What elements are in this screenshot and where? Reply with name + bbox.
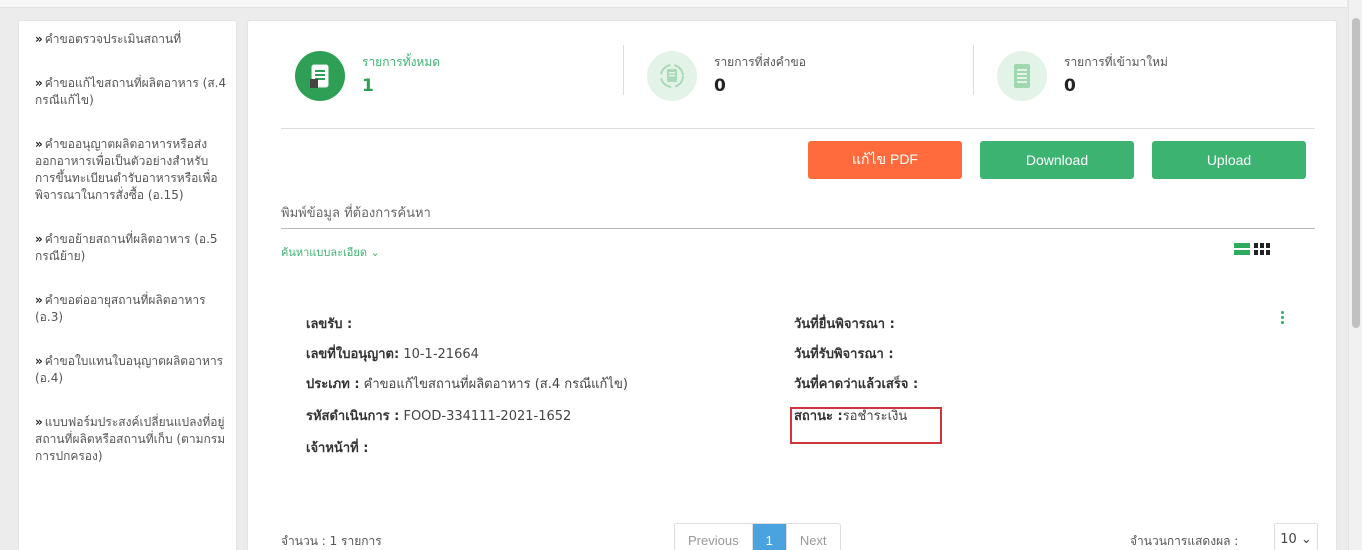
sidebar-item-label: คำขอใบแทนใบอนุญาตผลิตอาหาร (อ.4) — [35, 354, 224, 385]
list-view-icon[interactable] — [1234, 243, 1250, 255]
next-page-button[interactable]: Next — [787, 524, 840, 550]
type-label: ประเภท : — [306, 377, 360, 392]
sidebar-item-renew[interactable]: » คำขอต่ออายุสถานที่ผลิตอาหาร (อ.3) — [35, 292, 228, 326]
sidebar-item-relocate[interactable]: » คำขอย้ายสถานที่ผลิตอาหาร (อ.5 กรณีย้าย) — [35, 231, 228, 265]
top-bar — [0, 0, 1347, 8]
grid-view-icon[interactable] — [1254, 243, 1270, 255]
double-chevron-right-icon: » — [35, 76, 43, 90]
license-no-label: เลขที่ใบอนุญาต: — [306, 347, 400, 362]
divider — [973, 45, 974, 95]
sidebar: » คำขอตรวจประเมินสถานที่ » คำขอแก้ไขสถานที… — [18, 20, 237, 550]
submit-date-row: วันที่ยื่นพิจารณา : — [794, 313, 895, 334]
advanced-search-toggle[interactable]: ค้นหาแบบละเอียด ⌄ — [281, 243, 380, 261]
double-chevron-right-icon: » — [35, 354, 43, 368]
page-1-button[interactable]: 1 — [752, 524, 787, 550]
stat-submitted-count: 0 — [714, 76, 726, 96]
document-icon — [295, 51, 345, 101]
upload-button[interactable]: Upload — [1152, 141, 1306, 179]
sidebar-item-label: คำขออนุญาตผลิตอาหารหรือส่งออกอาหารเพื่อเ… — [35, 137, 218, 202]
total-count: จำนวน : 1 รายการ — [281, 534, 382, 548]
sidebar-item-address-change[interactable]: » แบบฟอร์มประสงค์เปลี่ยนแปลงที่อยู่สถานที… — [35, 414, 228, 465]
receipt-no-row: เลขรับ : — [306, 313, 352, 334]
sidebar-item-inspection[interactable]: » คำขอตรวจประเมินสถานที่ — [35, 31, 228, 48]
stat-new-label: รายการที่เข้ามาใหม่ — [1064, 55, 1168, 69]
refresh-document-icon — [647, 51, 697, 101]
scrollbar-thumb[interactable] — [1352, 18, 1360, 328]
submit-date-label: วันที่ยื่นพิจารณา : — [794, 317, 895, 332]
sidebar-item-replacement[interactable]: » คำขอใบแทนใบอนุญาตผลิตอาหาร (อ.4) — [35, 353, 228, 387]
more-options-icon[interactable] — [1281, 311, 1284, 324]
receipt-no-label: เลขรับ : — [306, 317, 353, 332]
receive-date-label: วันที่รับพิจารณา : — [794, 347, 894, 362]
footer: จำนวน : 1 รายการ Previous 1 Next จำนวนกา… — [281, 523, 1318, 550]
record-card[interactable]: เลขรับ : เลขที่ใบอนุญาต: 10-1-21664 ประเ… — [306, 311, 1306, 463]
view-toggle — [1234, 243, 1270, 255]
officer-label: เจ้าหน้าที่ : — [306, 441, 369, 456]
sidebar-item-label: คำขอย้ายสถานที่ผลิตอาหาร (อ.5 กรณีย้าย) — [35, 232, 218, 263]
download-button[interactable]: Download — [980, 141, 1134, 179]
process-code-label: รหัสดำเนินการ : — [306, 409, 400, 424]
expected-date-row: วันที่คาดว่าแล้วเสร็จ : — [794, 373, 918, 394]
double-chevron-right-icon: » — [35, 232, 43, 246]
scrollbar[interactable] — [1348, 0, 1362, 550]
stat-new[interactable]: รายการที่เข้ามาใหม่ 0 — [983, 45, 1303, 105]
stat-total[interactable]: รายการทั้งหมด 1 — [281, 45, 601, 105]
stat-submitted-label: รายการที่ส่งคำขอ — [714, 55, 806, 69]
double-chevron-right-icon: » — [35, 293, 43, 307]
sidebar-item-label: คำขอต่ออายุสถานที่ผลิตอาหาร (อ.3) — [35, 293, 206, 324]
per-page-select[interactable]: 10 ⌄ — [1274, 523, 1318, 550]
officer-row: เจ้าหน้าที่ : — [306, 437, 368, 458]
per-page-label: จำนวนการแสดงผล : — [1130, 534, 1239, 548]
sidebar-item-edit-premises[interactable]: » คำขอแก้ไขสถานที่ผลิตอาหาร (ส.4 กรณีแก้ไ… — [35, 75, 228, 109]
divider — [623, 45, 624, 95]
process-code-row: รหัสดำเนินการ : FOOD-334111-2021-1652 — [306, 405, 571, 426]
receive-date-row: วันที่รับพิจารณา : — [794, 343, 894, 364]
type-value: คำขอแก้ไขสถานที่ผลิตอาหาร (ส.4 กรณีแก้ไข… — [363, 377, 628, 392]
sidebar-item-label: คำขอแก้ไขสถานที่ผลิตอาหาร (ส.4 กรณีแก้ไข… — [35, 76, 227, 107]
stats-bar: รายการทั้งหมด 1 รายการที่ส่งคำขอ 0 รายกา… — [281, 37, 1315, 129]
expected-date-label: วันที่คาดว่าแล้วเสร็จ : — [794, 377, 919, 392]
previous-page-button[interactable]: Previous — [675, 524, 753, 550]
main-panel: รายการทั้งหมด 1 รายการที่ส่งคำขอ 0 รายกา… — [247, 20, 1337, 550]
sidebar-item-sample-permit[interactable]: » คำขออนุญาตผลิตอาหารหรือส่งออกอาหารเพื่อ… — [35, 136, 228, 204]
stat-total-label: รายการทั้งหมด — [362, 55, 441, 69]
stat-total-count: 1 — [362, 76, 374, 96]
sidebar-item-label: คำขอตรวจประเมินสถานที่ — [44, 32, 182, 46]
license-no-value: 10-1-21664 — [403, 347, 479, 362]
process-code-value: FOOD-334111-2021-1652 — [403, 409, 572, 424]
search-input[interactable] — [281, 199, 1315, 229]
pagination: Previous 1 Next — [674, 523, 841, 550]
license-no-row: เลขที่ใบอนุญาต: 10-1-21664 — [306, 343, 479, 364]
double-chevron-right-icon: » — [35, 32, 43, 46]
status-highlight-box — [790, 407, 942, 444]
stat-new-count: 0 — [1064, 76, 1076, 96]
sidebar-item-label: แบบฟอร์มประสงค์เปลี่ยนแปลงที่อยู่สถานที่… — [35, 415, 226, 463]
double-chevron-right-icon: » — [35, 137, 43, 151]
new-document-icon — [997, 51, 1047, 101]
edit-pdf-button[interactable]: แก้ไข PDF — [808, 141, 962, 179]
stat-submitted[interactable]: รายการที่ส่งคำขอ 0 — [633, 45, 953, 105]
type-row: ประเภท : คำขอแก้ไขสถานที่ผลิตอาหาร (ส.4 … — [306, 373, 628, 394]
double-chevron-right-icon: » — [35, 415, 43, 429]
